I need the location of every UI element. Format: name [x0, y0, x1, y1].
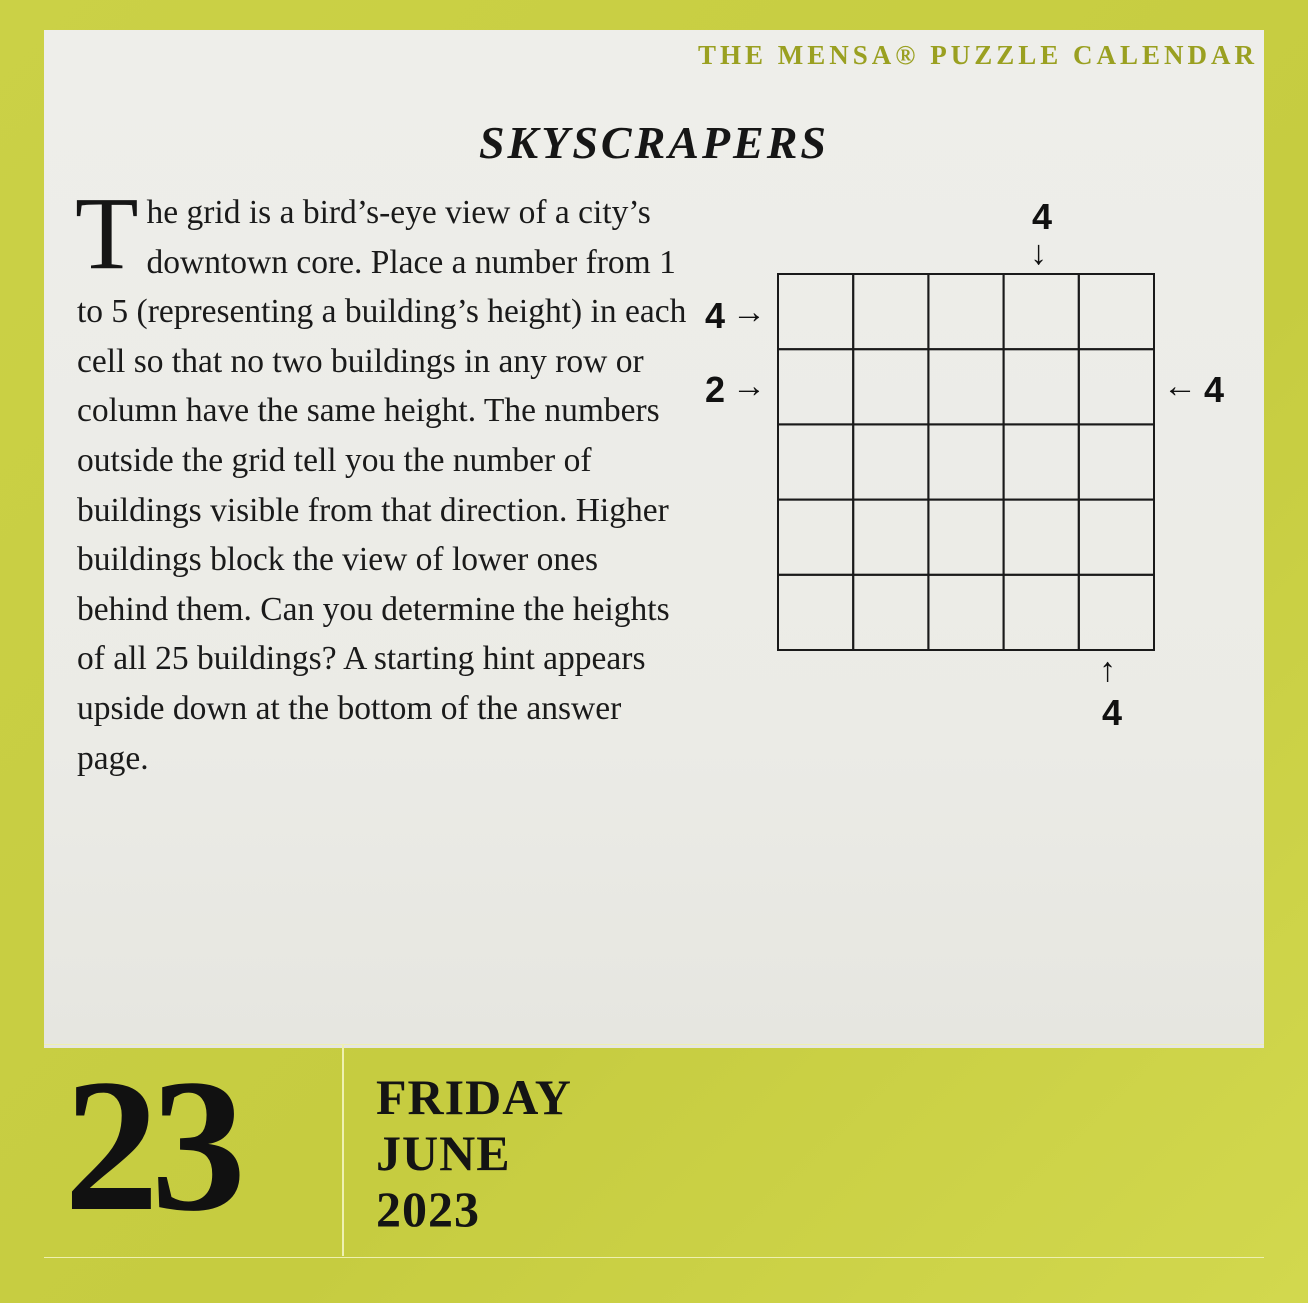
- grid-cell: [1002, 273, 1080, 351]
- grid-cell: [1077, 348, 1156, 426]
- arrow-down-icon: ↓: [1030, 234, 1047, 272]
- clue-left-row2: 2: [705, 369, 726, 410]
- day-number: 23: [64, 1041, 246, 1251]
- date-divider: [342, 1044, 344, 1256]
- grid-cell: [1002, 423, 1080, 501]
- grid-cell: [927, 348, 1005, 426]
- grid-cell: [1002, 498, 1080, 576]
- grid-cell: [1002, 348, 1080, 426]
- grid-cell: [1002, 573, 1080, 651]
- grid-cell: [852, 498, 930, 576]
- arrow-right-icon: →: [732, 293, 766, 331]
- month: JUNE: [376, 1125, 511, 1181]
- clue-bottom-col5: 4: [1102, 692, 1123, 733]
- clue-right-row2: 4: [1204, 369, 1225, 410]
- year: 2023: [376, 1181, 480, 1237]
- grid-cell: [852, 423, 930, 501]
- grid-cell: [1077, 498, 1156, 576]
- arrow-up-icon: ↑: [1099, 651, 1116, 689]
- grid-cell: [852, 273, 930, 351]
- arrow-left-icon: ←: [1163, 367, 1197, 405]
- weekday: FRIDAY: [376, 1069, 572, 1125]
- grid-cell: [852, 348, 930, 426]
- clue-left-row1: 4: [705, 295, 726, 336]
- grid-cell: [852, 573, 930, 651]
- grid-cell: [1077, 573, 1156, 651]
- grid-cell: [777, 273, 855, 351]
- grid-cell: [1077, 423, 1156, 501]
- grid-cell: [777, 498, 855, 576]
- grid-cell: [1077, 273, 1156, 351]
- grid-cell: [927, 498, 1005, 576]
- grid-cell: [777, 573, 855, 651]
- arrow-right-icon: →: [732, 367, 766, 405]
- clue-top-col4: 4: [1032, 196, 1053, 237]
- grid-cell: [927, 573, 1005, 651]
- grid-cell: [927, 423, 1005, 501]
- grid-cell: [777, 423, 855, 501]
- grid-cell: [777, 348, 855, 426]
- grid-cell: [927, 273, 1005, 351]
